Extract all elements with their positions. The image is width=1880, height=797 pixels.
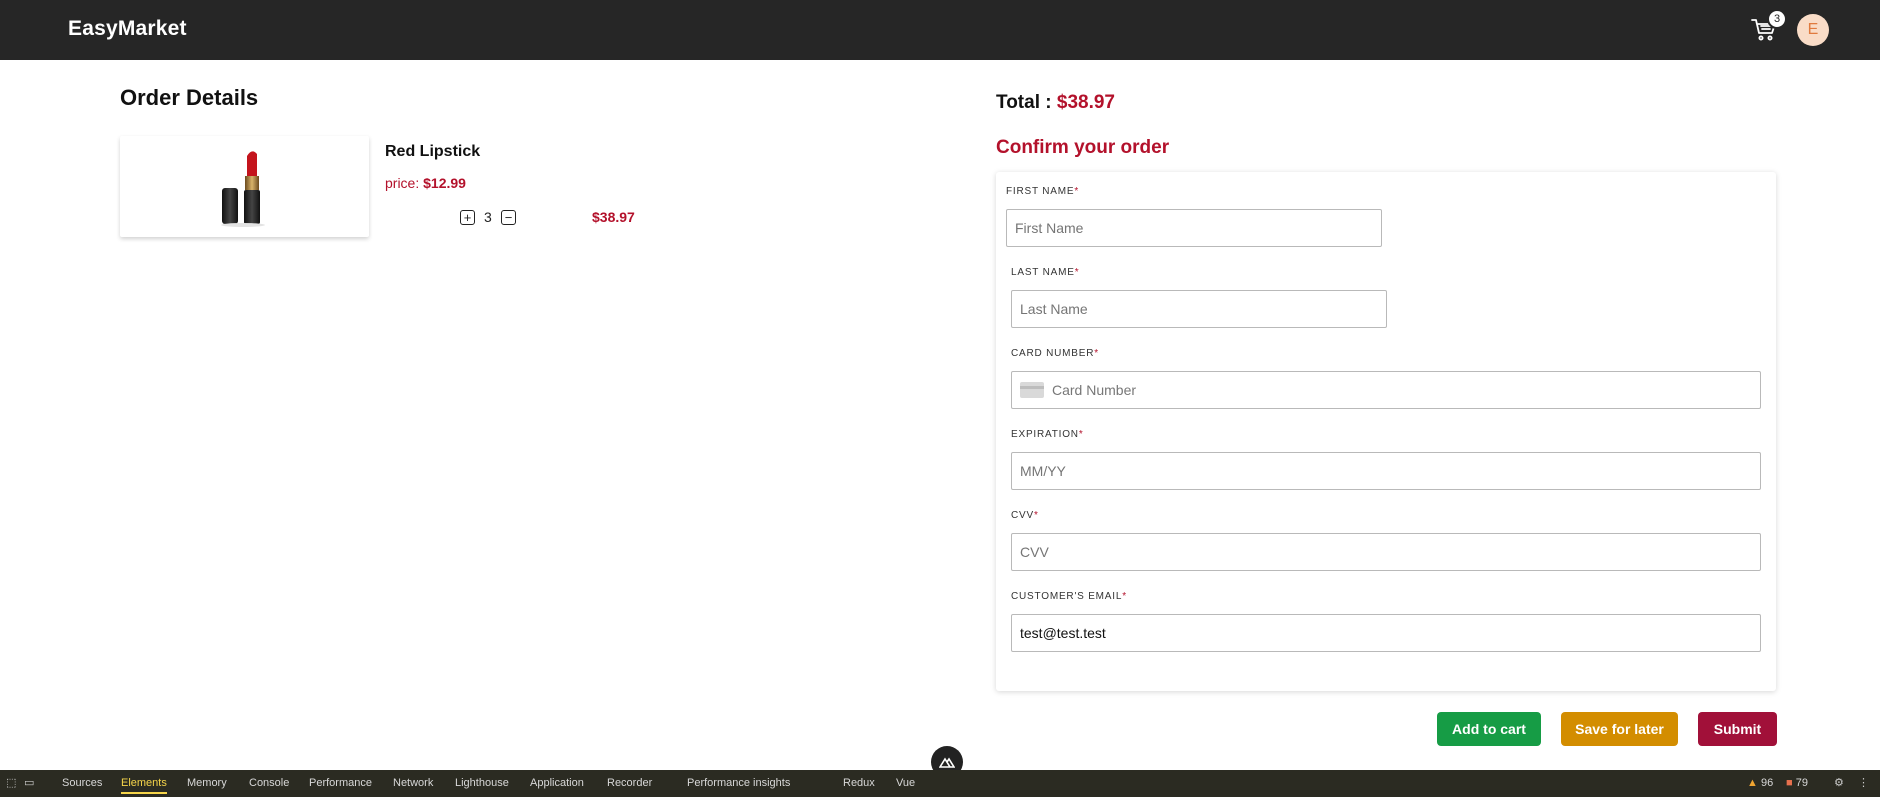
- first-name-label: FIRST NAME*: [1006, 186, 1080, 197]
- devtools-tab-application[interactable]: Application: [530, 777, 584, 789]
- user-avatar[interactable]: E: [1797, 14, 1829, 46]
- devtools-tab-network[interactable]: Network: [393, 777, 433, 789]
- order-total: Total : $38.97: [996, 92, 1115, 114]
- line-total: $38.97: [592, 209, 635, 225]
- browser-devtools-bar: ⬚ ▭ Sources Elements Memory Console Perf…: [0, 770, 1880, 797]
- total-label: Total :: [996, 92, 1052, 113]
- devtools-tab-redux[interactable]: Redux: [843, 777, 875, 789]
- card-number-field[interactable]: Card Number: [1011, 371, 1761, 409]
- settings-gear-icon[interactable]: ⚙: [1834, 776, 1848, 790]
- product-image-card[interactable]: [120, 136, 369, 237]
- cart-count-badge: 3: [1767, 9, 1787, 29]
- card-number-placeholder: Card Number: [1052, 382, 1137, 398]
- devtools-tab-elements[interactable]: Elements: [121, 777, 167, 794]
- quantity-value: 3: [484, 209, 492, 225]
- confirm-order-title: Confirm your order: [996, 137, 1170, 158]
- first-name-input[interactable]: [1006, 209, 1382, 247]
- devtools-tab-console[interactable]: Console: [249, 777, 289, 789]
- submit-button[interactable]: Submit: [1698, 712, 1777, 746]
- product-name: Red Lipstick: [385, 143, 481, 160]
- checkout-form: FIRST NAME* LAST NAME* CARD NUMBER* Card…: [996, 172, 1776, 691]
- lipstick-image: [221, 151, 265, 227]
- cvv-label: CVV*: [1011, 510, 1039, 521]
- devtools-tab-memory[interactable]: Memory: [187, 777, 227, 789]
- last-name-label: LAST NAME*: [1011, 267, 1080, 278]
- devtools-tab-recorder[interactable]: Recorder: [607, 777, 652, 789]
- order-details-title: Order Details: [120, 85, 259, 110]
- expiration-input[interactable]: [1011, 452, 1761, 490]
- total-amount: $38.97: [1056, 92, 1115, 113]
- product-price: price: $12.99: [385, 175, 466, 191]
- issues-count[interactable]: ■ 79: [1786, 777, 1808, 789]
- last-name-input[interactable]: [1011, 290, 1387, 328]
- devtools-tab-performance-insights[interactable]: Performance insights: [687, 777, 790, 789]
- price-label: price:: [385, 175, 420, 191]
- more-options-icon[interactable]: ⋮: [1858, 776, 1872, 790]
- devtools-tab-lighthouse[interactable]: Lighthouse: [455, 777, 509, 789]
- top-navbar: EasyMarket 3 E: [0, 0, 1880, 60]
- devtools-tab-vue[interactable]: Vue: [896, 777, 915, 789]
- issue-icon: ■: [1786, 777, 1793, 789]
- email-label: CUSTOMER'S EMAIL*: [1011, 591, 1127, 602]
- devtools-tab-sources[interactable]: Sources: [62, 777, 102, 789]
- decrease-quantity-button[interactable]: −: [501, 210, 516, 225]
- credit-card-icon: [1020, 382, 1044, 398]
- inspect-icon[interactable]: ⬚: [6, 776, 20, 790]
- brand-logo[interactable]: EasyMarket: [68, 17, 187, 41]
- price-value: $12.99: [423, 175, 466, 191]
- cvv-input[interactable]: [1011, 533, 1761, 571]
- add-to-cart-button[interactable]: Add to cart: [1437, 712, 1541, 746]
- expiration-label: EXPIRATION*: [1011, 429, 1084, 440]
- email-input[interactable]: [1011, 614, 1761, 652]
- device-toggle-icon[interactable]: ▭: [24, 776, 38, 790]
- increase-quantity-button[interactable]: +: [460, 210, 475, 225]
- warnings-count[interactable]: ▲ 96: [1747, 777, 1773, 789]
- card-number-label: CARD NUMBER*: [1011, 348, 1099, 359]
- save-for-later-button[interactable]: Save for later: [1561, 712, 1678, 746]
- warning-icon: ▲: [1747, 777, 1758, 789]
- devtools-tab-performance[interactable]: Performance: [309, 777, 372, 789]
